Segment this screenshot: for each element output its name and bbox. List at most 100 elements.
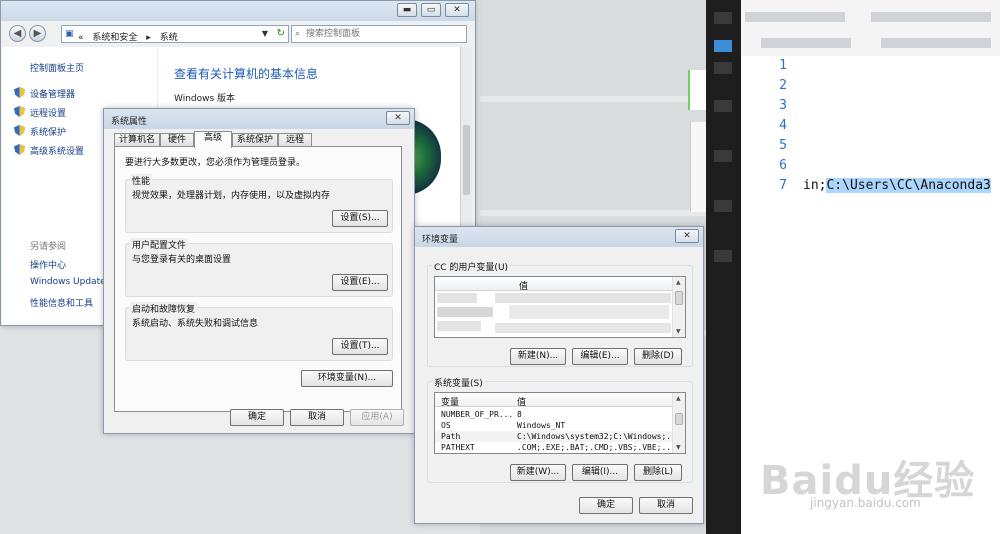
search-input[interactable] — [306, 28, 461, 40]
environment-variables-dialog: 环境变量 ✕ CC 的用户变量(U) 值 ▲ ▼ 新建(N)... 编辑(E).… — [414, 226, 704, 524]
see-also-performance-tools[interactable]: 性能信息和工具 — [30, 296, 93, 309]
environment-variables-button[interactable]: 环境变量(N)... — [301, 370, 393, 387]
system-properties-dialog: 系统属性 ✕ 计算机名 硬件 高级 系统保护 远程 要进行大多数更改，您必须作为… — [103, 108, 415, 434]
table-row[interactable]: OS Windows_NT — [435, 420, 675, 431]
back-button[interactable]: ◀ — [9, 25, 26, 42]
user-new-button[interactable]: 新建(N)... — [510, 348, 566, 365]
refresh-icon[interactable]: ↻ — [277, 28, 285, 39]
group-legend: 用户配置文件 — [130, 238, 189, 251]
tab-remote[interactable]: 远程 — [278, 133, 312, 147]
scrollbar[interactable]: ▲ ▼ — [672, 393, 685, 453]
table-row[interactable]: PATHEXT .COM;.EXE;.BAT;.CMD;.VBS;.VBE;..… — [435, 442, 675, 452]
column-header-value[interactable]: 值 — [517, 395, 526, 408]
scroll-down-icon[interactable]: ▼ — [676, 444, 681, 451]
startup-recovery-group: 启动和故障恢复 系统启动、系统失败和调试信息 设置(T)... — [125, 302, 393, 361]
section-heading: Windows 版本 — [174, 94, 236, 104]
column-header-variable[interactable]: 变量 — [441, 395, 459, 408]
title-bar: 系统属性 ✕ — [104, 109, 414, 129]
scroll-up-icon[interactable]: ▲ — [676, 279, 681, 286]
close-button[interactable]: ✕ — [675, 229, 699, 243]
tab-hardware[interactable]: 硬件 — [160, 133, 194, 147]
code-text: in; — [803, 178, 827, 193]
close-button[interactable]: ✕ — [386, 111, 410, 125]
scroll-down-icon[interactable]: ▼ — [676, 328, 681, 335]
page-title: 查看有关计算机的基本信息 — [174, 67, 319, 81]
editor-activity-bar — [706, 0, 741, 534]
title-bar: 环境变量 ✕ — [415, 227, 703, 247]
background-panel-accent — [688, 70, 706, 110]
forward-button[interactable]: ▶ — [29, 25, 46, 42]
list-header: 值 — [435, 277, 675, 292]
line-number: 3 — [779, 98, 787, 113]
address-bar[interactable]: ▣ « 系统和安全 ▸ 系统 ▼ ↻ — [61, 25, 289, 43]
cancel-button[interactable]: 取消 — [290, 409, 344, 426]
list-header: 变量 值 — [435, 393, 675, 408]
system-variables-list[interactable]: 变量 值 NUMBER_OF_PR... 8 OS Windows_NT Pat… — [434, 392, 686, 454]
system-new-button[interactable]: 新建(W)... — [510, 464, 566, 481]
sidebar-item-system-protection[interactable]: 系统保护 — [30, 125, 66, 138]
user-edit-button[interactable]: 编辑(E)... — [572, 348, 628, 365]
sidebar-item-device-manager[interactable]: 设备管理器 — [30, 87, 75, 100]
sidebar-home-link[interactable]: 控制面板主页 — [30, 61, 84, 74]
group-legend: 系统变量(S) — [432, 376, 485, 389]
sidebar-item-advanced-settings[interactable]: 高级系统设置 — [30, 144, 84, 157]
maximize-button[interactable]: ▭ — [421, 3, 441, 17]
column-header-value: 值 — [519, 282, 529, 292]
user-variables-group: CC 的用户变量(U) 值 ▲ ▼ 新建(N)... 编辑(E)... 删除(D… — [427, 260, 693, 367]
variable-value: Windows_NT — [517, 421, 566, 430]
sidebar-item-remote-settings[interactable]: 远程设置 — [30, 106, 66, 119]
breadcrumb-overflow[interactable]: « — [78, 33, 84, 43]
apply-button[interactable]: 应用(A) — [350, 409, 404, 426]
search-box[interactable]: ⌕ — [291, 25, 467, 43]
code-line[interactable]: in;C:\Users\CC\Anaconda3 — [803, 178, 991, 193]
minimize-button[interactable]: ▬ — [397, 3, 417, 17]
scrollbar[interactable]: ▲ ▼ — [672, 277, 685, 337]
editor-tab-bar — [741, 0, 1000, 56]
line-number: 2 — [779, 78, 787, 93]
close-button[interactable]: ✕ — [445, 3, 469, 17]
see-also-heading: 另请参阅 — [30, 242, 67, 252]
breadcrumb-system-security[interactable]: 系统和安全 — [92, 33, 137, 43]
code-selection: C:\Users\CC\Anaconda3 — [826, 178, 991, 193]
shield-icon — [14, 125, 25, 136]
system-delete-button[interactable]: 删除(L) — [634, 464, 682, 481]
group-description: 视觉效果，处理器计划，内存使用，以及虚拟内存 — [132, 191, 331, 201]
tab-advanced[interactable]: 高级 — [194, 131, 232, 148]
group-legend: CC 的用户变量(U) — [432, 260, 511, 273]
cancel-button[interactable]: 取消 — [639, 497, 693, 514]
breadcrumb-system[interactable]: 系统 — [160, 33, 178, 43]
variable-name: NUMBER_OF_PR... — [441, 410, 514, 419]
breadcrumb: « 系统和安全 ▸ 系统 — [78, 30, 178, 43]
line-number: 5 — [779, 138, 787, 153]
tab-system-protection[interactable]: 系统保护 — [232, 133, 278, 147]
user-delete-button[interactable]: 删除(D) — [634, 348, 682, 365]
watermark-url: jingyan.baidu.com — [810, 496, 921, 510]
dialog-title: 系统属性 — [111, 117, 148, 127]
breadcrumb-arrow-icon[interactable]: ▸ — [146, 33, 151, 43]
performance-settings-button[interactable]: 设置(S)... — [332, 210, 388, 227]
scrollbar-thumb[interactable] — [463, 125, 470, 195]
scrollbar-thumb[interactable] — [675, 291, 683, 305]
table-row[interactable]: NUMBER_OF_PR... 8 — [435, 409, 675, 420]
tab-computer-name[interactable]: 计算机名 — [114, 133, 160, 147]
dialog-title: 环境变量 — [422, 235, 459, 245]
startup-recovery-settings-button[interactable]: 设置(T)... — [332, 338, 388, 355]
system-edit-button[interactable]: 编辑(I)... — [572, 464, 628, 481]
dropdown-arrow-icon[interactable]: ▼ — [262, 29, 268, 38]
ok-button[interactable]: 确定 — [579, 497, 633, 514]
see-also-windows-update[interactable]: Windows Update — [30, 277, 106, 287]
ok-button[interactable]: 确定 — [230, 409, 284, 426]
variable-name: Path — [441, 432, 461, 441]
variable-value: C:\Windows\system32;C:\Windows;... — [517, 432, 681, 441]
scroll-up-icon[interactable]: ▲ — [676, 395, 681, 402]
variable-value: .COM;.EXE;.BAT;.CMD;.VBS;.VBE;... — [517, 443, 675, 452]
group-description: 与您登录有关的桌面设置 — [132, 255, 232, 265]
line-number: 1 — [779, 58, 787, 73]
user-profiles-settings-button[interactable]: 设置(E)... — [332, 274, 388, 291]
user-variables-list[interactable]: 值 ▲ ▼ — [434, 276, 686, 338]
tab-panel-advanced: 要进行大多数更改，您必须作为管理员登录。 性能 视觉效果，处理器计划，内存使用，… — [114, 146, 402, 412]
shield-icon — [14, 144, 25, 155]
table-row-selected[interactable]: Path C:\Windows\system32;C:\Windows;... — [435, 431, 681, 442]
see-also-action-center[interactable]: 操作中心 — [30, 258, 66, 271]
scrollbar-thumb[interactable] — [675, 413, 683, 425]
